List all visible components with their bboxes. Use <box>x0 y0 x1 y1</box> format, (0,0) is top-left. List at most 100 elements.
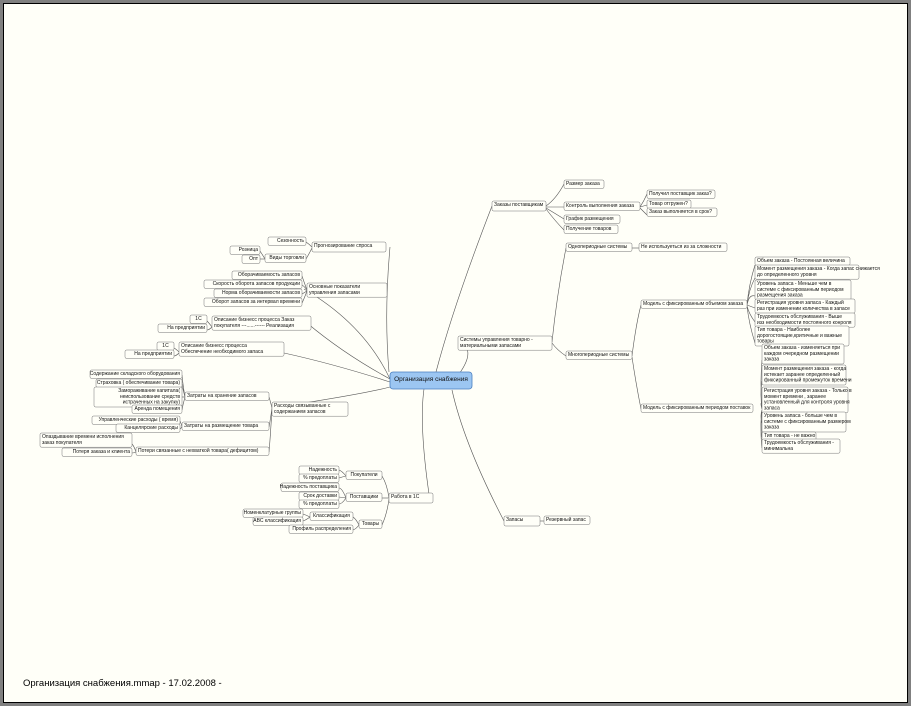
fix-obem-detail-4-text: раз при изменении количества в запасе <box>757 306 850 312</box>
khranenie-detail-1[interactable]: Содержание складского оборудования <box>89 369 183 379</box>
fix-obem-detail-5-text: изз необходимости постоянного конроля <box>757 320 852 326</box>
khranenie-detail-3[interactable]: Замораживание капитала(неиспользование с… <box>93 386 183 408</box>
topic-tovar-otgruzhen[interactable]: Товар отгружен? <box>646 199 692 209</box>
topic-pokupateli[interactable]: Покупатели <box>345 470 383 480</box>
topic-oborot-zapasov[interactable]: Оборот запасов за интервал времени <box>203 297 303 307</box>
topic-nadezhnost[interactable]: Надежность <box>298 465 340 475</box>
topic-klassifikaciya[interactable]: Классификация <box>309 511 354 521</box>
topic-osnovnye-pokazateli[interactable]: Основные показателиуправления запасами <box>306 282 388 298</box>
topic-odnoperiodnye-text: Однопериодные системы <box>568 244 628 250</box>
fix-obem-detail-6[interactable]: Тип товара - Наиболеедорогостоящие,крити… <box>754 325 850 347</box>
topic-oborachivaemost-text: Оборачиваемость запасов <box>238 272 300 278</box>
fix-period-detail-6[interactable]: Трудоемкость обслуживания -минимальна <box>761 438 841 454</box>
topic-sistemy-upravleniya[interactable]: Системы управления товарно -материальным… <box>457 335 553 351</box>
topic-ne-ispolzuetsya-text: Не используеться из за сложности <box>641 244 722 250</box>
topic-nadezhnost-postavshchika-text: Надежность поставщика <box>280 484 338 490</box>
fix-period-detail-6-text: минимальна <box>764 446 793 452</box>
topic-zakazy-postavshchikam[interactable]: Заказы поставщикам <box>491 200 547 212</box>
topic-zapasy-text: Запасы <box>506 517 524 523</box>
topic-oborot-zapasov-text: Оборот запасов за интервал времени <box>212 299 300 305</box>
topic-tovary[interactable]: Товары <box>358 519 383 529</box>
topic-opisanie1-1c[interactable]: 1С <box>189 314 208 324</box>
topic-srok-dostavki-text: Срок доставки <box>303 493 337 499</box>
topic-nomenklaturnye-gruppy[interactable]: Номенклатурные группы <box>242 508 304 518</box>
topic-model-fix-period[interactable]: Модель с фиксированным периодом поставок <box>640 403 754 413</box>
topic-nadezhnost-postavshchika[interactable]: Надежность поставщика <box>280 482 340 492</box>
topic-kontrol-vypolneniya-text: Контроль выполнения заказа <box>566 203 634 209</box>
topic-poluchenie-tovarov[interactable]: Получение товаров <box>563 224 619 234</box>
fix-obem-detail-1[interactable]: Объем заказа - Постоянная величина <box>754 256 851 266</box>
topic-raskhody[interactable]: Расходы связыванные ссодержанием запасов <box>271 401 349 417</box>
topic-profil-raspredeleniya[interactable]: Профиль распределения <box>288 524 354 534</box>
khranenie-detail-4[interactable]: Аренда помещения <box>131 404 183 414</box>
topic-grafik-razmeshcheniya[interactable]: График размещения <box>563 214 621 224</box>
topic-prognozirovanie[interactable]: Прогнозирование спроса <box>311 241 387 253</box>
khranenie-detail-2[interactable]: Страховка ( обеспечивание товара) <box>95 378 183 388</box>
topic-vidy-torgovli[interactable]: Виды торговли <box>264 253 307 263</box>
topic-predoplata-post-text: % предоплаты <box>303 501 337 507</box>
fix-obem-detail-2[interactable]: Момент размещения заказа - Когда запас с… <box>754 264 880 280</box>
topic-model-fix-obem[interactable]: Модель с фиксированным объемом заказа <box>640 299 748 309</box>
topic-ne-ispolzuetsya[interactable]: Не используеться из за сложности <box>638 242 728 252</box>
topic-postavshchiki-text: Поставщики <box>350 494 379 500</box>
topic-pokupateli-text: Покупатели <box>350 472 377 478</box>
topic-upravlencheskie[interactable]: Управленческие расходы ( время) <box>91 415 181 425</box>
fix-period-detail-3[interactable]: Регистрация уровня заказа - Только вмоме… <box>761 386 852 414</box>
topic-zatraty-khranenie-text: Затраты на хранение запасов <box>187 393 257 399</box>
topic-kontrol-vypolneniya[interactable]: Контроль выполнения заказа <box>563 201 641 211</box>
topic-opisanie2-1c[interactable]: 1С <box>156 341 175 351</box>
fix-period-detail-4[interactable]: Уровень запаса - больше чем всистеме с ф… <box>761 411 851 433</box>
topic-sezonnost-text: Сезонность <box>277 238 304 244</box>
fix-obem-detail-5[interactable]: Трудоемкость обслуживания - Вышеизз необ… <box>754 312 856 328</box>
topic-poluchil-postavshchik[interactable]: Получил поставщик заказ? <box>646 189 716 199</box>
topic-predoplata-pok[interactable]: % предоплаты <box>298 473 340 483</box>
topic-raskhody-text: содержанием запасов <box>274 409 326 415</box>
topic-skorost-oborota[interactable]: Скорость оборота запасов продукции <box>203 279 303 289</box>
topic-vidy-torgovli-text: Виды торговли <box>269 255 304 261</box>
topic-opisanie1-predpriyatie[interactable]: На предприятии <box>157 323 208 333</box>
topic-sezonnost[interactable]: Сезонность <box>267 236 307 246</box>
topic-opisanie1-1c-text: 1С <box>195 316 202 322</box>
topic-osnovnye-pokazateli-text: управления запасами <box>309 290 360 296</box>
central-topic[interactable]: Организация снабжения <box>389 371 473 390</box>
topic-rezervnyi-zapas-text: Резервный запас <box>546 516 586 523</box>
topic-zakaz-v-srok-text: Заказ выполняется в срок? <box>649 209 712 215</box>
topic-poterya-zakaza-text: Потеря заказа и клиента <box>73 449 131 455</box>
topic-razmer-zakaza[interactable]: Размер заказа <box>563 179 605 189</box>
topic-kancelyarskie[interactable]: Канцелярские расходы <box>115 423 181 433</box>
topic-abc-text: ABC классификация <box>253 518 301 524</box>
fix-period-detail-1[interactable]: Объем заказа - изменяеться прикаждом оче… <box>761 343 845 365</box>
topic-abc[interactable]: ABC классификация <box>252 516 304 526</box>
topic-zatraty-khranenie[interactable]: Затраты на хранение запасов <box>184 391 270 401</box>
branch-connectors <box>131 183 763 531</box>
topic-poteri-defecit[interactable]: Потери связанные с нехваткой товара( деф… <box>135 446 270 456</box>
topic-opisanie-zapas[interactable]: Описание бизнесс процессаОбеспечение нео… <box>178 341 285 357</box>
fix-obem-detail-4[interactable]: Регистрация уровня запаса - Каждыйраз пр… <box>754 298 856 314</box>
topic-opisanie-zakaz[interactable]: Описание бизнесс процесса Заказпокупател… <box>211 315 312 331</box>
topic-rabota-1c[interactable]: Работа в 1С <box>388 492 434 504</box>
topic-opazdyvanie[interactable]: Опаздывание времени исполнениязаказ поку… <box>39 432 133 448</box>
footer-filename: Организация снабжения.mmap - 17.02.2008 … <box>23 678 222 689</box>
khranenie-detail-4-text: Аренда помещения <box>134 406 180 412</box>
topic-odnoperiodnye[interactable]: Однопериодные системы <box>565 242 633 252</box>
topic-opt[interactable]: Опт <box>241 254 261 264</box>
topic-opisanie2-predpriyatie[interactable]: На предприятии <box>124 349 175 359</box>
topic-zatraty-razmeshchenie[interactable]: Затраты на размещение товара <box>181 421 270 431</box>
topic-roznica[interactable]: Розница <box>229 245 261 255</box>
topic-zakaz-v-srok[interactable]: Заказ выполняется в срок? <box>646 207 718 217</box>
topic-mnogoperiodnye[interactable]: Многопериодные системы <box>565 350 633 360</box>
topic-oborachivaemost[interactable]: Оборачиваемость запасов <box>231 270 303 280</box>
fix-obem-detail-3[interactable]: Уровень запаса - Меньше чем всистеме с ф… <box>754 279 852 301</box>
topic-predoplata-post[interactable]: % предоплаты <box>298 499 340 509</box>
fix-period-detail-2[interactable]: Момент размещения заказа - когдаистекает… <box>761 364 852 386</box>
topic-zapasy[interactable]: Запасы <box>503 515 541 527</box>
topic-srok-dostavki[interactable]: Срок доставки <box>298 491 340 501</box>
topic-nomenklaturnye-gruppy-text: Номенклатурные группы <box>244 510 302 516</box>
fix-period-detail-1-text: заказа <box>764 357 779 363</box>
topic-prognozirovanie-text: Прогнозирование спроса <box>314 243 372 249</box>
topic-postavshchiki[interactable]: Поставщики <box>345 492 383 502</box>
topic-rezervnyi-zapas[interactable]: Резервный запас <box>543 515 591 525</box>
topic-poterya-zakaza[interactable]: Потеря заказа и клиента <box>61 447 133 457</box>
topic-norma-oborachivaemosti[interactable]: Норма оборачиваемости запасов <box>213 288 303 298</box>
topic-predoplata-pok-text: % предоплаты <box>303 475 337 481</box>
